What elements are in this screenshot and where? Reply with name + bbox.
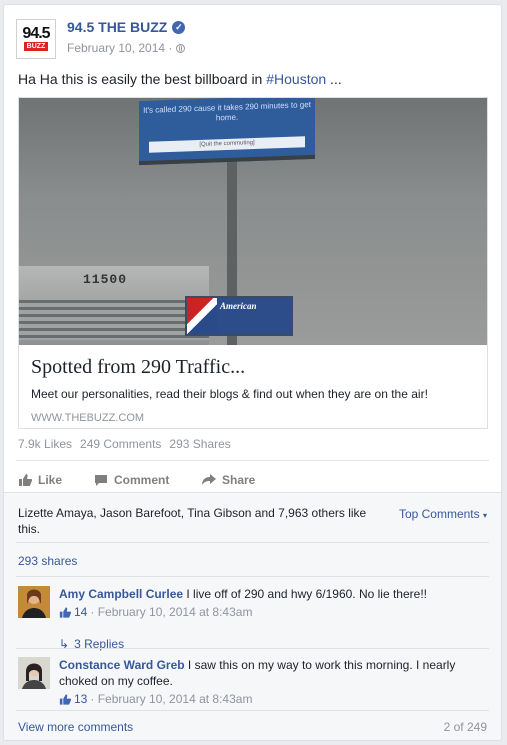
page-name-row: 94.5 THE BUZZ ✓ — [67, 19, 186, 35]
thumbs-up-icon — [19, 474, 32, 486]
link-body: Spotted from 290 Traffic... Meet our per… — [31, 356, 481, 424]
globe-icon — [176, 43, 186, 53]
like-button[interactable]: Like — [18, 468, 68, 492]
comment-body: Amy Campbell Curlee I live off of 290 an… — [59, 586, 479, 620]
view-more-comments-link[interactable]: View more comments — [18, 720, 133, 734]
comment-button[interactable]: Comment — [94, 468, 176, 492]
comment-label: Comment — [114, 473, 170, 487]
post-text: Ha Ha this is easily the best billboard … — [18, 71, 342, 87]
post-card: 94.5 BUZZ 94.5 THE BUZZ ✓ February 10, 2… — [3, 4, 502, 741]
thumbs-up-icon — [59, 606, 71, 618]
comment-author[interactable]: Amy Campbell Curlee — [59, 587, 183, 601]
avatar[interactable] — [18, 657, 50, 689]
page-avatar[interactable]: 94.5 BUZZ — [16, 19, 56, 59]
like-label: Like — [38, 473, 63, 487]
avatar[interactable] — [18, 586, 50, 618]
link-description: Meet our personalities, read their blogs… — [31, 387, 428, 401]
link-title[interactable]: Spotted from 290 Traffic... — [31, 356, 481, 379]
logo-text: BUZZ — [23, 42, 49, 51]
logo-number: 94.5 — [22, 25, 50, 42]
thumbs-up-icon — [59, 693, 71, 705]
comment-date[interactable]: · February 10, 2014 at 8:43am — [90, 604, 252, 620]
share-icon — [202, 474, 216, 485]
shares-link[interactable]: 293 shares — [18, 554, 77, 568]
comment-like-count[interactable]: 14 — [74, 604, 87, 620]
post-text-start: Ha Ha this is easily the best billboard … — [18, 71, 267, 87]
divider — [16, 576, 489, 577]
building-number: 11500 — [83, 272, 128, 287]
comment-body: Constance Ward Greb I saw this on my way… — [59, 657, 479, 707]
comment-date[interactable]: · February 10, 2014 at 8:43am — [90, 691, 252, 707]
comment-author[interactable]: Constance Ward Greb — [59, 658, 185, 672]
link-image[interactable]: It's called 290 cause it takes 290 minut… — [19, 98, 487, 345]
likes-summary[interactable]: Lizette Amaya, Jason Barefoot, Tina Gibs… — [18, 505, 368, 537]
divider — [16, 460, 489, 461]
post-text-end: ... — [326, 71, 342, 87]
likes-count[interactable]: 7.9k Likes — [18, 437, 72, 451]
comment-meta: 14 · February 10, 2014 at 8:43am — [59, 604, 479, 620]
divider — [16, 542, 489, 543]
comment-text: I live off of 290 and hwy 6/1960. No lie… — [186, 587, 427, 601]
link-preview[interactable]: It's called 290 cause it takes 290 minut… — [18, 97, 488, 429]
building: 11500 — [19, 266, 209, 345]
store-sign-text: American — [217, 298, 291, 334]
action-bar: Like Comment Share — [18, 468, 255, 492]
comment-pager: 2 of 249 — [443, 720, 487, 734]
billboard: It's called 290 cause it takes 290 minut… — [139, 98, 315, 166]
post-stats: 7.9k Likes 249 Comments 293 Shares — [18, 437, 231, 451]
page-name[interactable]: 94.5 THE BUZZ — [67, 19, 167, 35]
chevron-down-icon: ▾ — [482, 511, 487, 520]
post-date[interactable]: February 10, 2014 · — [67, 41, 172, 55]
comment-meta: 13 · February 10, 2014 at 8:43am — [59, 691, 479, 707]
verified-icon: ✓ — [172, 20, 186, 34]
billboard-strip: [Quit the commuting] — [149, 136, 305, 153]
flag-icon — [187, 298, 217, 334]
building-windows — [19, 300, 209, 340]
shares-count[interactable]: 293 Shares — [169, 437, 230, 451]
store-sign: American — [185, 296, 293, 336]
share-button[interactable]: Share — [202, 468, 255, 492]
comments-section: Lizette Amaya, Jason Barefoot, Tina Gibs… — [4, 492, 501, 740]
hashtag-link[interactable]: #Houston — [266, 71, 326, 87]
post-header: 94.5 BUZZ 94.5 THE BUZZ ✓ February 10, 2… — [16, 17, 486, 61]
comment-like-count[interactable]: 13 — [74, 691, 87, 707]
divider — [16, 710, 489, 711]
post-meta: February 10, 2014 · — [67, 41, 186, 55]
top-comments-label: Top Comments — [398, 507, 480, 521]
share-label: Share — [222, 473, 256, 487]
top-comments-dropdown[interactable]: Top Comments ▾ — [399, 507, 487, 521]
divider — [16, 648, 489, 649]
comments-count[interactable]: 249 Comments — [80, 437, 161, 451]
comment-icon — [95, 475, 107, 486]
link-domain: WWW.THEBUZZ.COM — [31, 412, 145, 424]
billboard-text: It's called 290 cause it takes 290 minut… — [143, 100, 311, 123]
